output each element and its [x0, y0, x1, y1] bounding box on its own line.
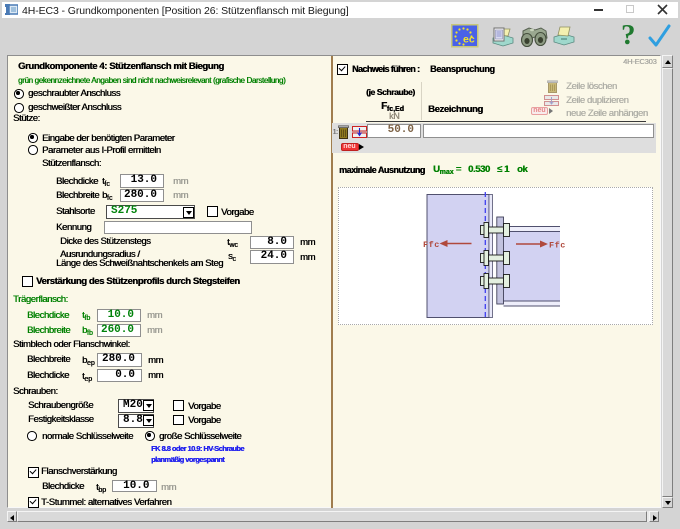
svg-text:ec: ec — [463, 34, 475, 46]
svg-text:Ffc: Ffc — [423, 240, 440, 250]
svg-text:Ffc: Ffc — [549, 241, 566, 251]
